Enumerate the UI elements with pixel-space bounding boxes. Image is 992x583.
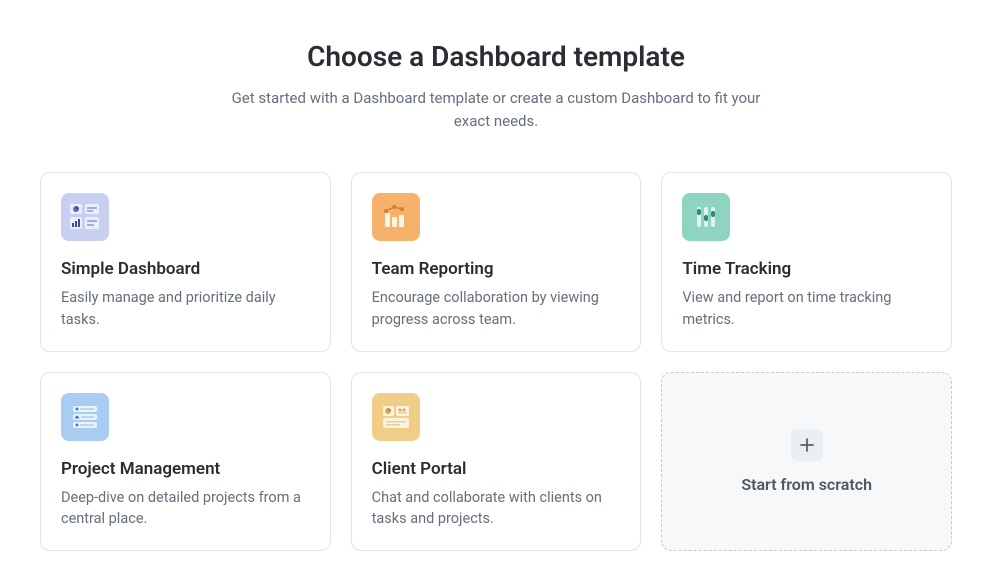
template-card-client-portal[interactable]: Client Portal Chat and collaborate with … — [351, 372, 642, 552]
card-description: View and report on time tracking metrics… — [682, 287, 931, 331]
client-portal-icon — [372, 393, 420, 441]
simple-dashboard-icon — [61, 193, 109, 241]
card-description: Chat and collaborate with clients on tas… — [372, 487, 621, 531]
header: Choose a Dashboard template Get started … — [40, 40, 952, 132]
team-reporting-icon — [372, 193, 420, 241]
template-card-team-reporting[interactable]: Team Reporting Encourage collaboration b… — [351, 172, 642, 352]
page-subtitle: Get started with a Dashboard template or… — [216, 87, 776, 132]
card-title: Project Management — [61, 459, 310, 479]
card-description: Deep-dive on detailed projects from a ce… — [61, 487, 310, 531]
page-title: Choose a Dashboard template — [40, 40, 952, 73]
template-grid: Simple Dashboard Easily manage and prior… — [40, 172, 952, 551]
time-tracking-icon — [682, 193, 730, 241]
card-title: Client Portal — [372, 459, 621, 479]
template-card-project-management[interactable]: Project Management Deep-dive on detailed… — [40, 372, 331, 552]
start-from-scratch-card[interactable]: Start from scratch — [661, 372, 952, 552]
card-title: Time Tracking — [682, 259, 931, 279]
scratch-label: Start from scratch — [741, 475, 872, 494]
plus-icon — [791, 429, 823, 461]
project-management-icon — [61, 393, 109, 441]
card-title: Simple Dashboard — [61, 259, 310, 279]
template-card-time-tracking[interactable]: Time Tracking View and report on time tr… — [661, 172, 952, 352]
card-description: Encourage collaboration by viewing progr… — [372, 287, 621, 331]
template-card-simple-dashboard[interactable]: Simple Dashboard Easily manage and prior… — [40, 172, 331, 352]
card-description: Easily manage and prioritize daily tasks… — [61, 287, 310, 331]
card-title: Team Reporting — [372, 259, 621, 279]
